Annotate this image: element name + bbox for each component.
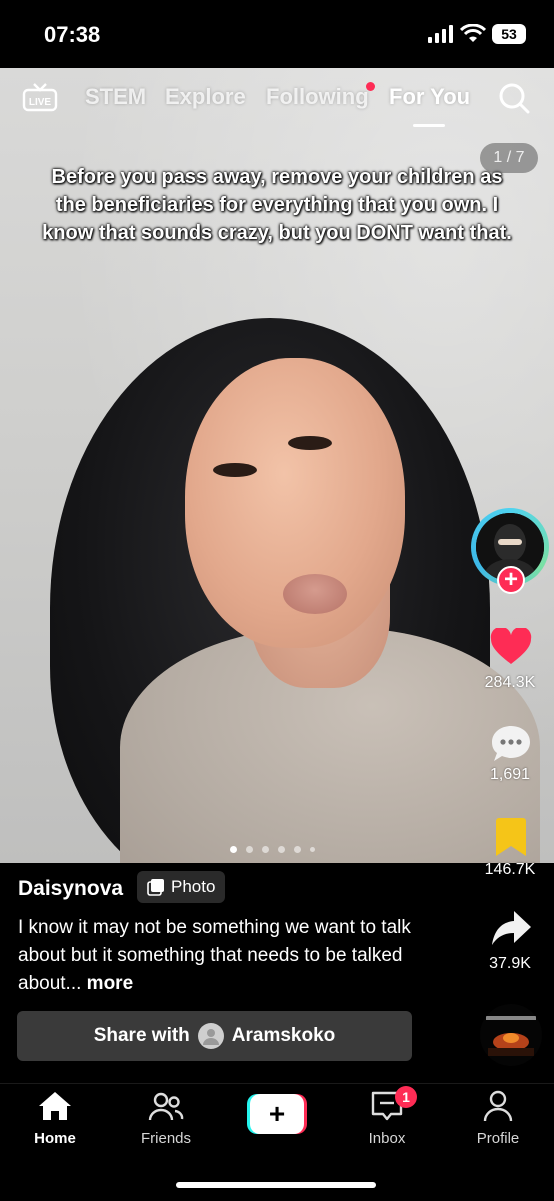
nav-profile-label: Profile — [476, 1130, 520, 1147]
creator-username[interactable]: Daisynova — [18, 877, 123, 901]
save-count: 146.7K — [484, 861, 536, 878]
description-text: I know it may not be something we want t… — [18, 917, 411, 994]
wifi-icon — [460, 24, 486, 42]
photo-caption-overlay: Before you pass away, remove your childr… — [42, 166, 512, 244]
bookmark-icon[interactable] — [494, 818, 528, 858]
description-more-link[interactable]: more — [87, 973, 133, 994]
photo-pagination-dots — [230, 846, 315, 853]
comment-icon[interactable] — [490, 724, 532, 764]
share-icon[interactable] — [490, 910, 532, 948]
status-time: 07:38 — [44, 22, 101, 47]
post-description[interactable]: I know it may not be something we want t… — [18, 914, 428, 998]
following-notification-dot — [366, 82, 375, 91]
nav-inbox[interactable]: Inbox — [342, 1090, 432, 1147]
tab-following[interactable]: Following — [266, 84, 369, 110]
cellular-signal-icon — [428, 25, 453, 43]
photo-eye-left — [213, 463, 257, 477]
pagination-dot — [294, 846, 301, 853]
search-icon[interactable] — [498, 82, 530, 114]
share-count: 37.9K — [489, 955, 531, 972]
share-user-name: Aramskoko — [231, 1025, 336, 1046]
inbox-notification-badge: 1 — [395, 1086, 417, 1108]
profile-icon — [483, 1090, 513, 1122]
share-user-avatar — [197, 1023, 224, 1049]
tab-for-you[interactable]: For You — [389, 84, 470, 110]
like-count: 284.3K — [484, 674, 536, 691]
nav-friends[interactable]: Friends — [121, 1090, 211, 1147]
pagination-dot — [262, 846, 269, 853]
home-icon — [39, 1092, 71, 1120]
active-tab-indicator — [413, 124, 445, 127]
nav-home[interactable]: Home — [10, 1090, 100, 1147]
tab-explore[interactable]: Explore — [165, 84, 246, 110]
like-icon[interactable] — [490, 628, 532, 666]
pagination-dot — [310, 847, 315, 852]
home-indicator — [176, 1182, 376, 1188]
share-with-label: Share with — [93, 1025, 190, 1046]
photo-eye-right — [288, 436, 332, 450]
pagination-dot — [278, 846, 285, 853]
nav-home-label: Home — [34, 1130, 76, 1147]
nav-friends-label: Friends — [140, 1130, 192, 1147]
photo-icon — [147, 879, 164, 896]
pagination-dot-active — [230, 846, 237, 853]
comment-count: 1,691 — [489, 766, 531, 783]
live-icon[interactable]: LIVE — [22, 82, 58, 112]
create-button[interactable]: + — [247, 1094, 307, 1134]
follow-button[interactable]: + — [497, 566, 525, 594]
pagination-dot — [246, 846, 253, 853]
tab-stem[interactable]: STEM — [85, 84, 146, 110]
photo-lips — [283, 574, 347, 614]
battery-indicator: 53 — [492, 24, 526, 44]
sound-disc[interactable] — [480, 1004, 542, 1066]
photo-badge: Photo — [137, 871, 226, 903]
photo-counter: 1 / 7 — [480, 143, 538, 173]
album-art-icon — [480, 1004, 542, 1066]
create-plus-icon: + — [269, 1098, 285, 1129]
friends-icon — [148, 1092, 184, 1121]
share-with-button[interactable]: Share with Aramskoko — [17, 1011, 412, 1061]
user-avatar-icon — [202, 1029, 219, 1045]
nav-inbox-label: Inbox — [368, 1130, 406, 1147]
nav-profile[interactable]: Profile — [453, 1090, 543, 1147]
live-label: LIVE — [29, 97, 52, 108]
photo-badge-label: Photo — [171, 877, 216, 896]
